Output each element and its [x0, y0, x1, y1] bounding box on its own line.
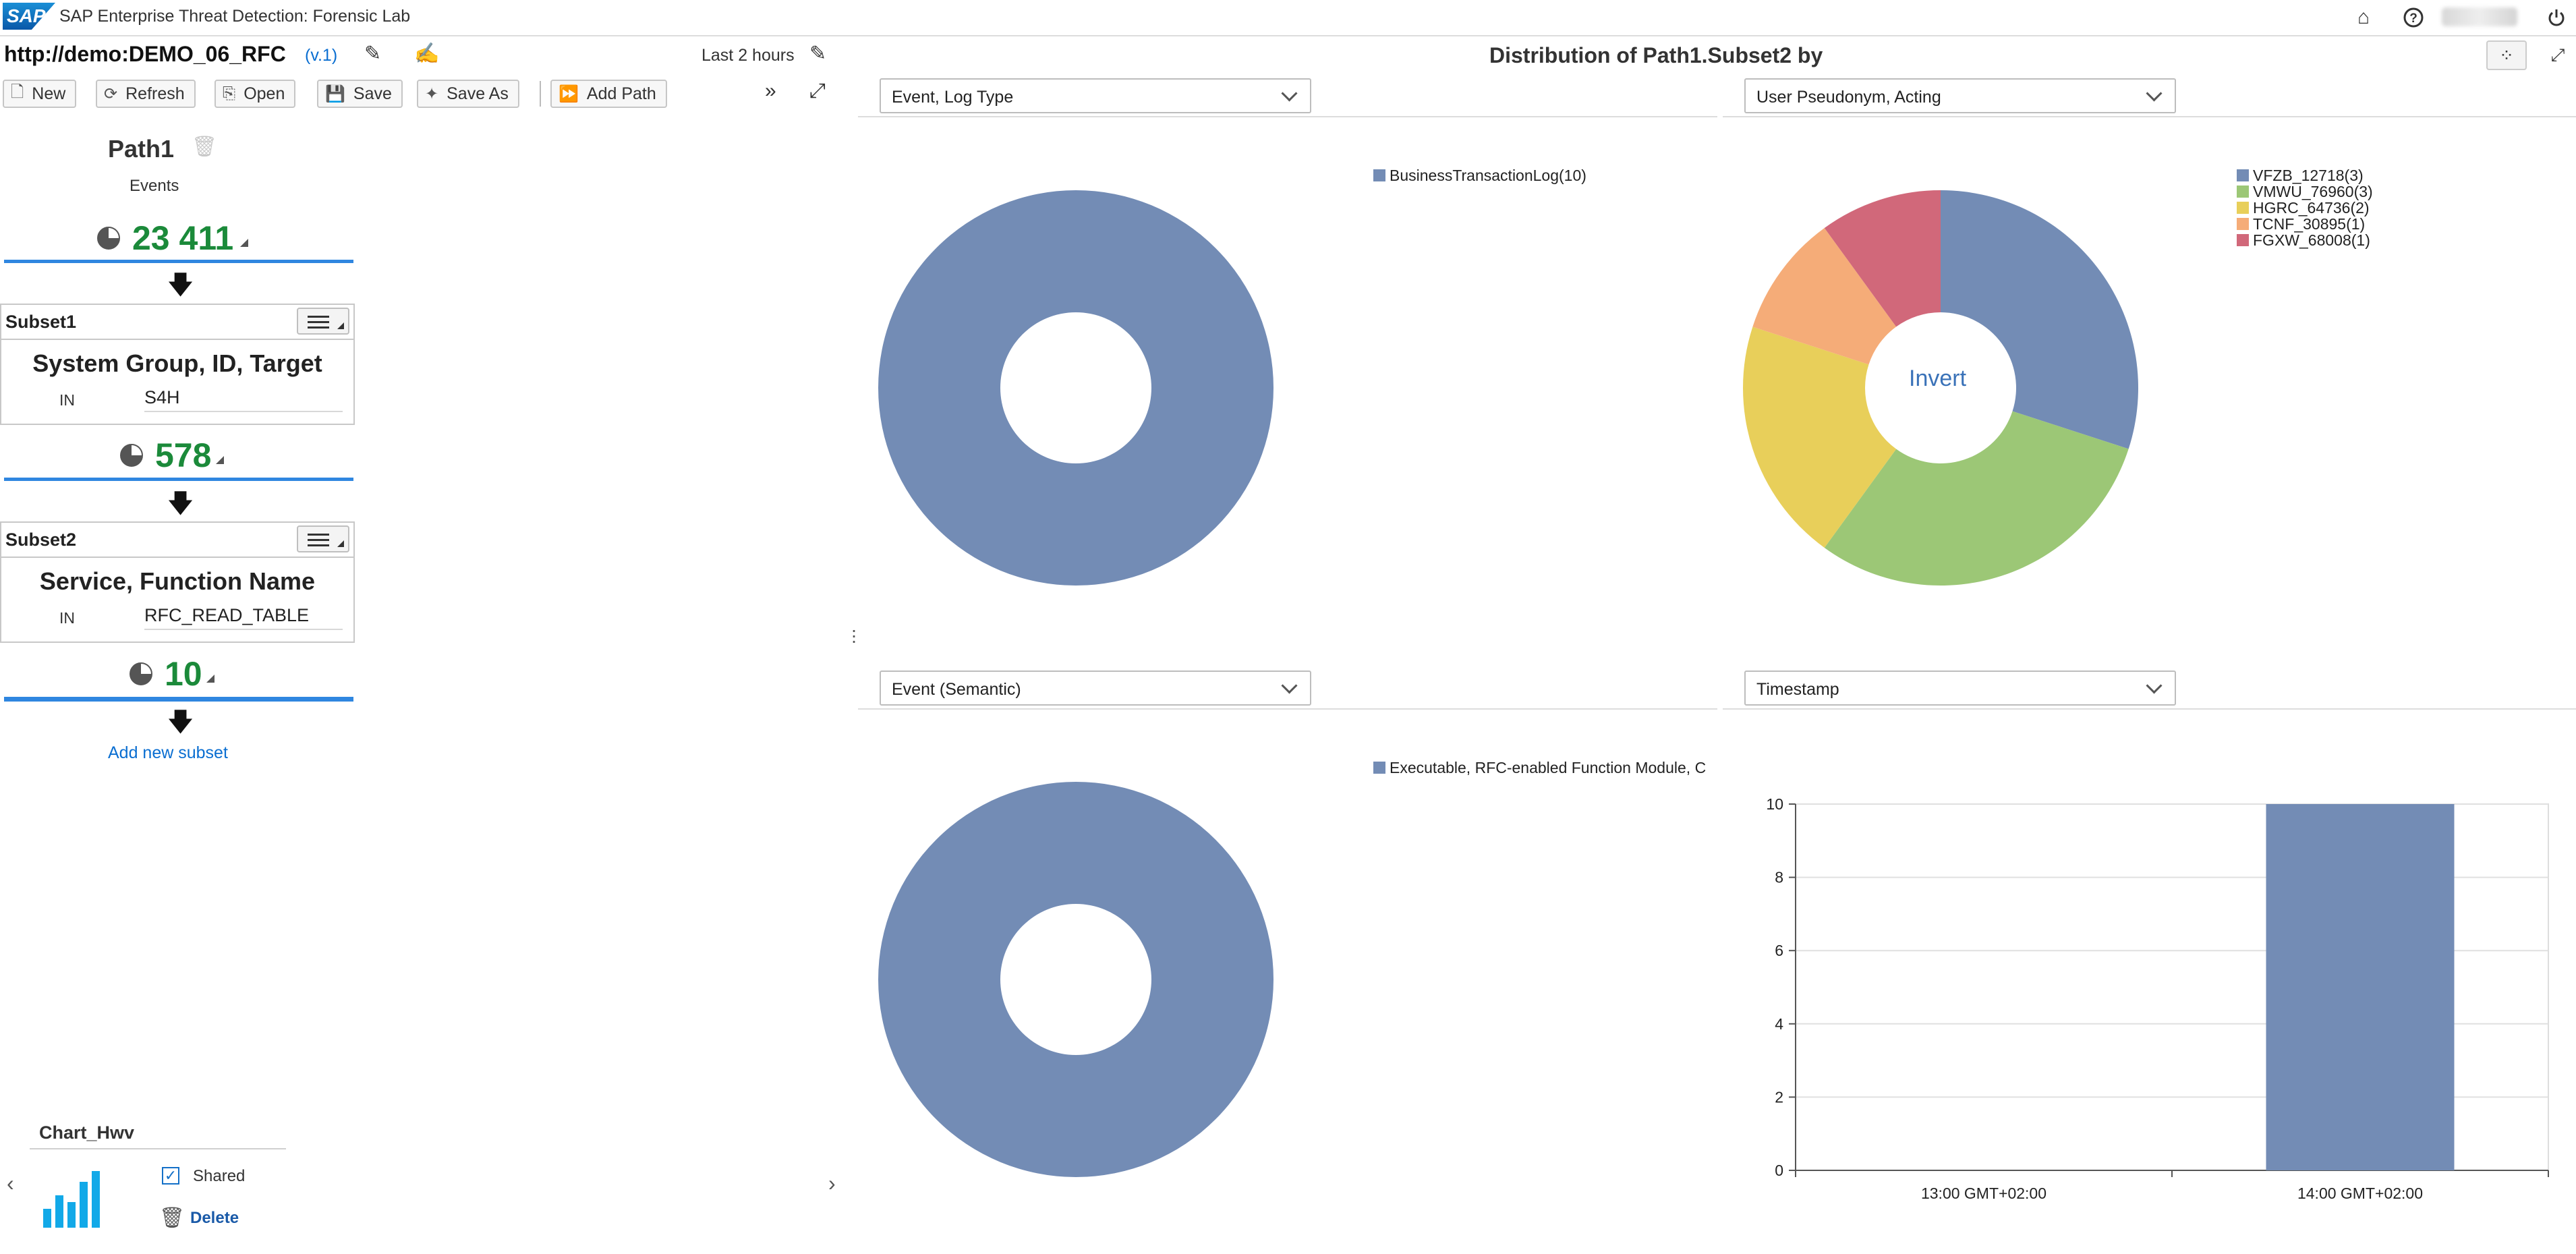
- y-tick-label: 10: [1766, 795, 1783, 813]
- pie-slice[interactable]: [1941, 190, 2139, 449]
- y-tick-label: 4: [1775, 1015, 1783, 1033]
- y-tick-label: 8: [1775, 869, 1783, 886]
- x-tick-label: 13:00 GMT+02:00: [1921, 1185, 2047, 1202]
- invert-button[interactable]: Invert: [1909, 366, 1966, 392]
- x-tick-label: 14:00 GMT+02:00: [2297, 1185, 2423, 1202]
- bar[interactable]: [2266, 804, 2455, 1170]
- pie-slice[interactable]: [878, 782, 1273, 1177]
- y-tick-label: 0: [1775, 1162, 1783, 1179]
- pie-slice[interactable]: [878, 190, 1273, 586]
- y-tick-label: 2: [1775, 1088, 1783, 1106]
- y-tick-label: 6: [1775, 942, 1783, 959]
- charts-canvas: 0 2 4 6 8 10 13:00 GMT+02:00 14:00 GMT+02:00: [878, 190, 2549, 1202]
